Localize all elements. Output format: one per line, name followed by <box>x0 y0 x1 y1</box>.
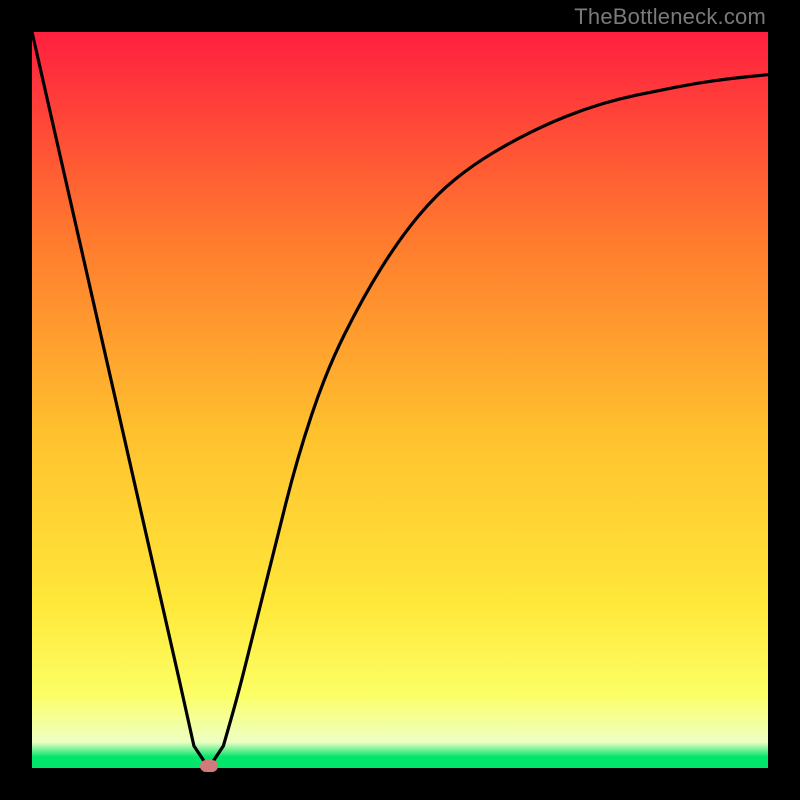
watermark-text: TheBottleneck.com <box>574 4 766 30</box>
curve-path <box>32 32 768 768</box>
chart-frame <box>32 32 768 768</box>
bottleneck-curve <box>32 32 768 768</box>
minimum-marker <box>200 760 218 772</box>
